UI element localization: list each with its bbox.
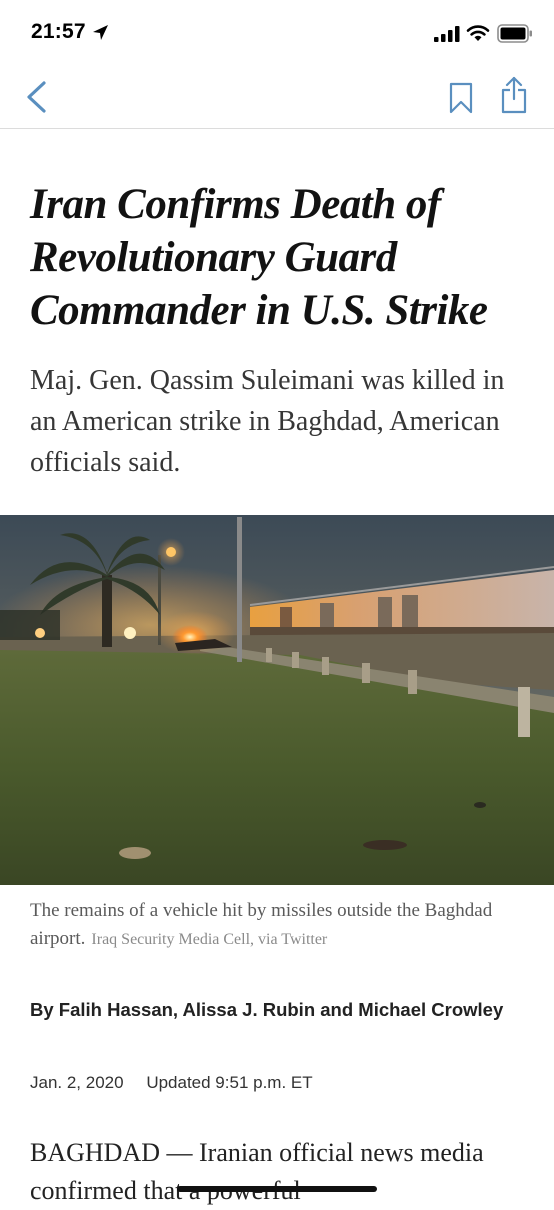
publish-date: Jan. 2, 2020: [30, 1073, 124, 1092]
article-body: BAGHDAD — Iranian official news media co…: [30, 1138, 484, 1205]
article-summary: Maj. Gen. Qassim Suleimani was killed in…: [30, 365, 505, 478]
photo-credit: Iraq Security Media Cell, via Twitter: [91, 931, 328, 948]
battery-icon: [497, 24, 532, 43]
article-byline: By Falih Hassan, Alissa J. Rubin and Mic…: [30, 999, 504, 1020]
share-icon[interactable]: [500, 76, 528, 114]
article-nav-bar: [0, 66, 554, 129]
home-indicator[interactable]: [177, 1186, 377, 1192]
status-time: 21:57: [31, 20, 86, 43]
status-bar: 21:57: [0, 0, 554, 66]
updated-time: Updated 9:51 p.m. ET: [146, 1073, 313, 1092]
bookmark-icon[interactable]: [448, 82, 474, 114]
article-photo[interactable]: [0, 515, 554, 885]
wifi-icon: [466, 25, 490, 41]
burning-vehicle-photo: [0, 515, 554, 885]
article-dates: Jan. 2, 2020 Updated 9:51 p.m. ET: [30, 1073, 331, 1093]
cellular-signal-icon: [434, 26, 460, 42]
photo-caption: The remains of a vehicle hit by missiles…: [30, 897, 530, 954]
location-arrow-icon: [93, 25, 108, 40]
chevron-left-icon[interactable]: [22, 80, 52, 114]
article-headline: Iran Confirms Death of Revolutionary Gua…: [30, 181, 488, 334]
